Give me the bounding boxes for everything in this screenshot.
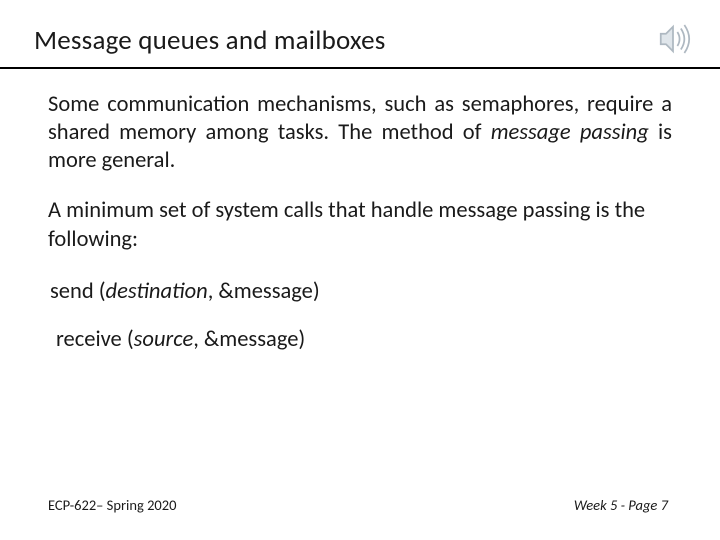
- receive-arg: source: [134, 326, 194, 353]
- receive-tail: , &message): [193, 326, 305, 353]
- receive-keyword: receive (: [56, 326, 134, 353]
- syscall-receive: receive (source, &message): [48, 326, 672, 354]
- slide-content: Some communication mechanisms, such as s…: [0, 69, 720, 354]
- syscall-send: send (destination, &message): [48, 278, 672, 306]
- title-row: Message queues and mailboxes: [0, 0, 720, 69]
- send-keyword: send (: [50, 278, 106, 305]
- slide-title: Message queues and mailboxes: [34, 24, 720, 57]
- send-arg: destination: [106, 278, 208, 305]
- paragraph-1: Some communication mechanisms, such as s…: [48, 91, 672, 175]
- p1-text-italic: message passing: [491, 119, 649, 146]
- footer: ECP-622– Spring 2020 Week 5 - Page 7: [0, 496, 720, 514]
- footer-left: ECP-622– Spring 2020: [48, 496, 176, 514]
- paragraph-2: A minimum set of system calls that handl…: [48, 197, 672, 253]
- send-tail: , &message): [208, 278, 320, 305]
- footer-right: Week 5 - Page 7: [574, 496, 668, 514]
- slide: Message queues and mailboxes Some commun…: [0, 0, 720, 540]
